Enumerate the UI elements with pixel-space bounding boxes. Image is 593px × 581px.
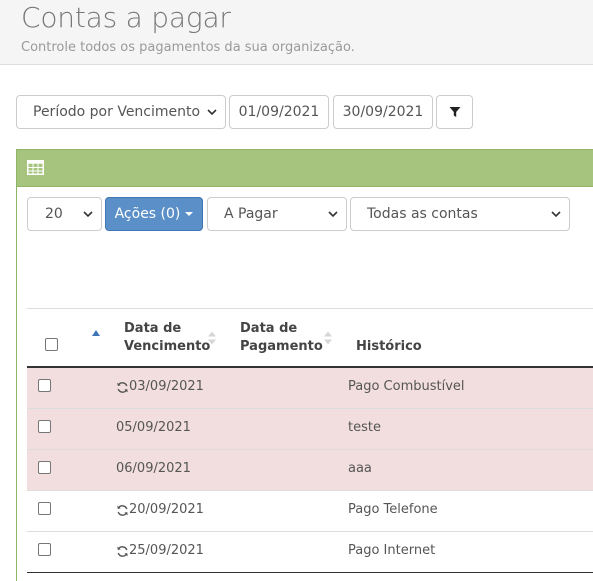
status-select-value: A Pagar [224,206,278,222]
row-checkbox[interactable] [38,461,51,474]
table-row[interactable]: 06/09/2021 aaa [27,450,593,491]
chevron-down-icon [551,211,561,218]
due-date-value: 06/09/2021 [116,461,191,476]
accounts-select-value: Todas as contas [367,206,478,222]
page-title: Contas a pagar [21,1,231,34]
due-date-value: 20/09/2021 [129,502,204,517]
chevron-down-icon [207,109,217,116]
due-date-cell: 06/09/2021 [116,461,191,477]
sort-both-icon[interactable] [323,331,333,345]
recurring-icon [117,545,128,557]
column-payment-date[interactable]: Data de Pagamento [240,320,323,356]
actions-button[interactable]: Ações (0) [105,197,203,231]
status-select[interactable]: A Pagar [207,197,347,231]
sort-asc-icon[interactable] [91,329,101,337]
chevron-down-icon [328,211,338,218]
page-subtitle: Controle todos os pagamentos da sua orga… [21,40,355,55]
table-row[interactable]: 03/09/2021 Pago Combustível [27,368,593,409]
panel-heading [17,150,593,187]
table-row[interactable]: 20/09/2021 Pago Telefone [27,491,593,532]
chevron-down-icon [83,211,93,218]
date-end-value: 30/09/2021 [342,104,424,120]
column-due-date[interactable]: Data de Vencimento [124,320,210,356]
due-date-cell: 03/09/2021 [116,379,204,395]
row-checkbox[interactable] [38,502,51,515]
recurring-icon [117,504,128,516]
due-date-value: 05/09/2021 [116,420,191,435]
period-select[interactable]: Período por Vencimento [16,95,226,129]
table-top-border [27,308,593,309]
caret-down-icon [185,212,194,216]
due-date-value: 25/09/2021 [129,543,204,558]
history-cell: Pago Internet [348,543,436,558]
sort-both-icon[interactable] [207,331,217,345]
filter-icon [449,107,460,117]
column-payment-date-line2: Pagamento [240,339,323,354]
due-date-value: 03/09/2021 [129,379,204,394]
column-payment-date-line1: Data de [240,321,298,336]
row-checkbox[interactable] [38,420,51,433]
select-all-checkbox[interactable] [45,338,58,351]
row-checkbox[interactable] [38,379,51,392]
actions-button-label: Ações (0) [114,206,181,222]
history-cell: teste [348,420,381,435]
filter-button[interactable] [436,95,473,129]
recurring-icon [117,381,128,393]
due-date-cell: 25/09/2021 [116,543,204,559]
period-select-value: Período por Vencimento [33,104,201,120]
history-cell: Pago Telefone [348,502,438,517]
page-size-value: 20 [45,206,63,222]
table-row[interactable]: 25/09/2021 Pago Internet [27,532,593,573]
row-checkbox[interactable] [38,543,51,556]
table-row[interactable]: 05/09/2021 teste [27,409,593,450]
date-start-input[interactable]: 01/09/2021 [229,95,329,129]
page-header: Contas a pagar Controle todos os pagamen… [0,0,593,65]
column-due-date-line1: Data de [124,321,182,336]
history-cell: Pago Combustível [348,379,465,394]
due-date-cell: 20/09/2021 [116,502,204,518]
column-history[interactable]: Histórico [356,338,422,356]
history-cell: aaa [348,461,372,476]
date-end-input[interactable]: 30/09/2021 [333,95,433,129]
date-start-value: 01/09/2021 [238,104,320,120]
due-date-cell: 05/09/2021 [116,420,191,436]
accounts-select[interactable]: Todas as contas [350,197,570,231]
page-size-select[interactable]: 20 [27,197,102,231]
column-due-date-line2: Vencimento [124,339,211,354]
table-icon [27,160,44,175]
